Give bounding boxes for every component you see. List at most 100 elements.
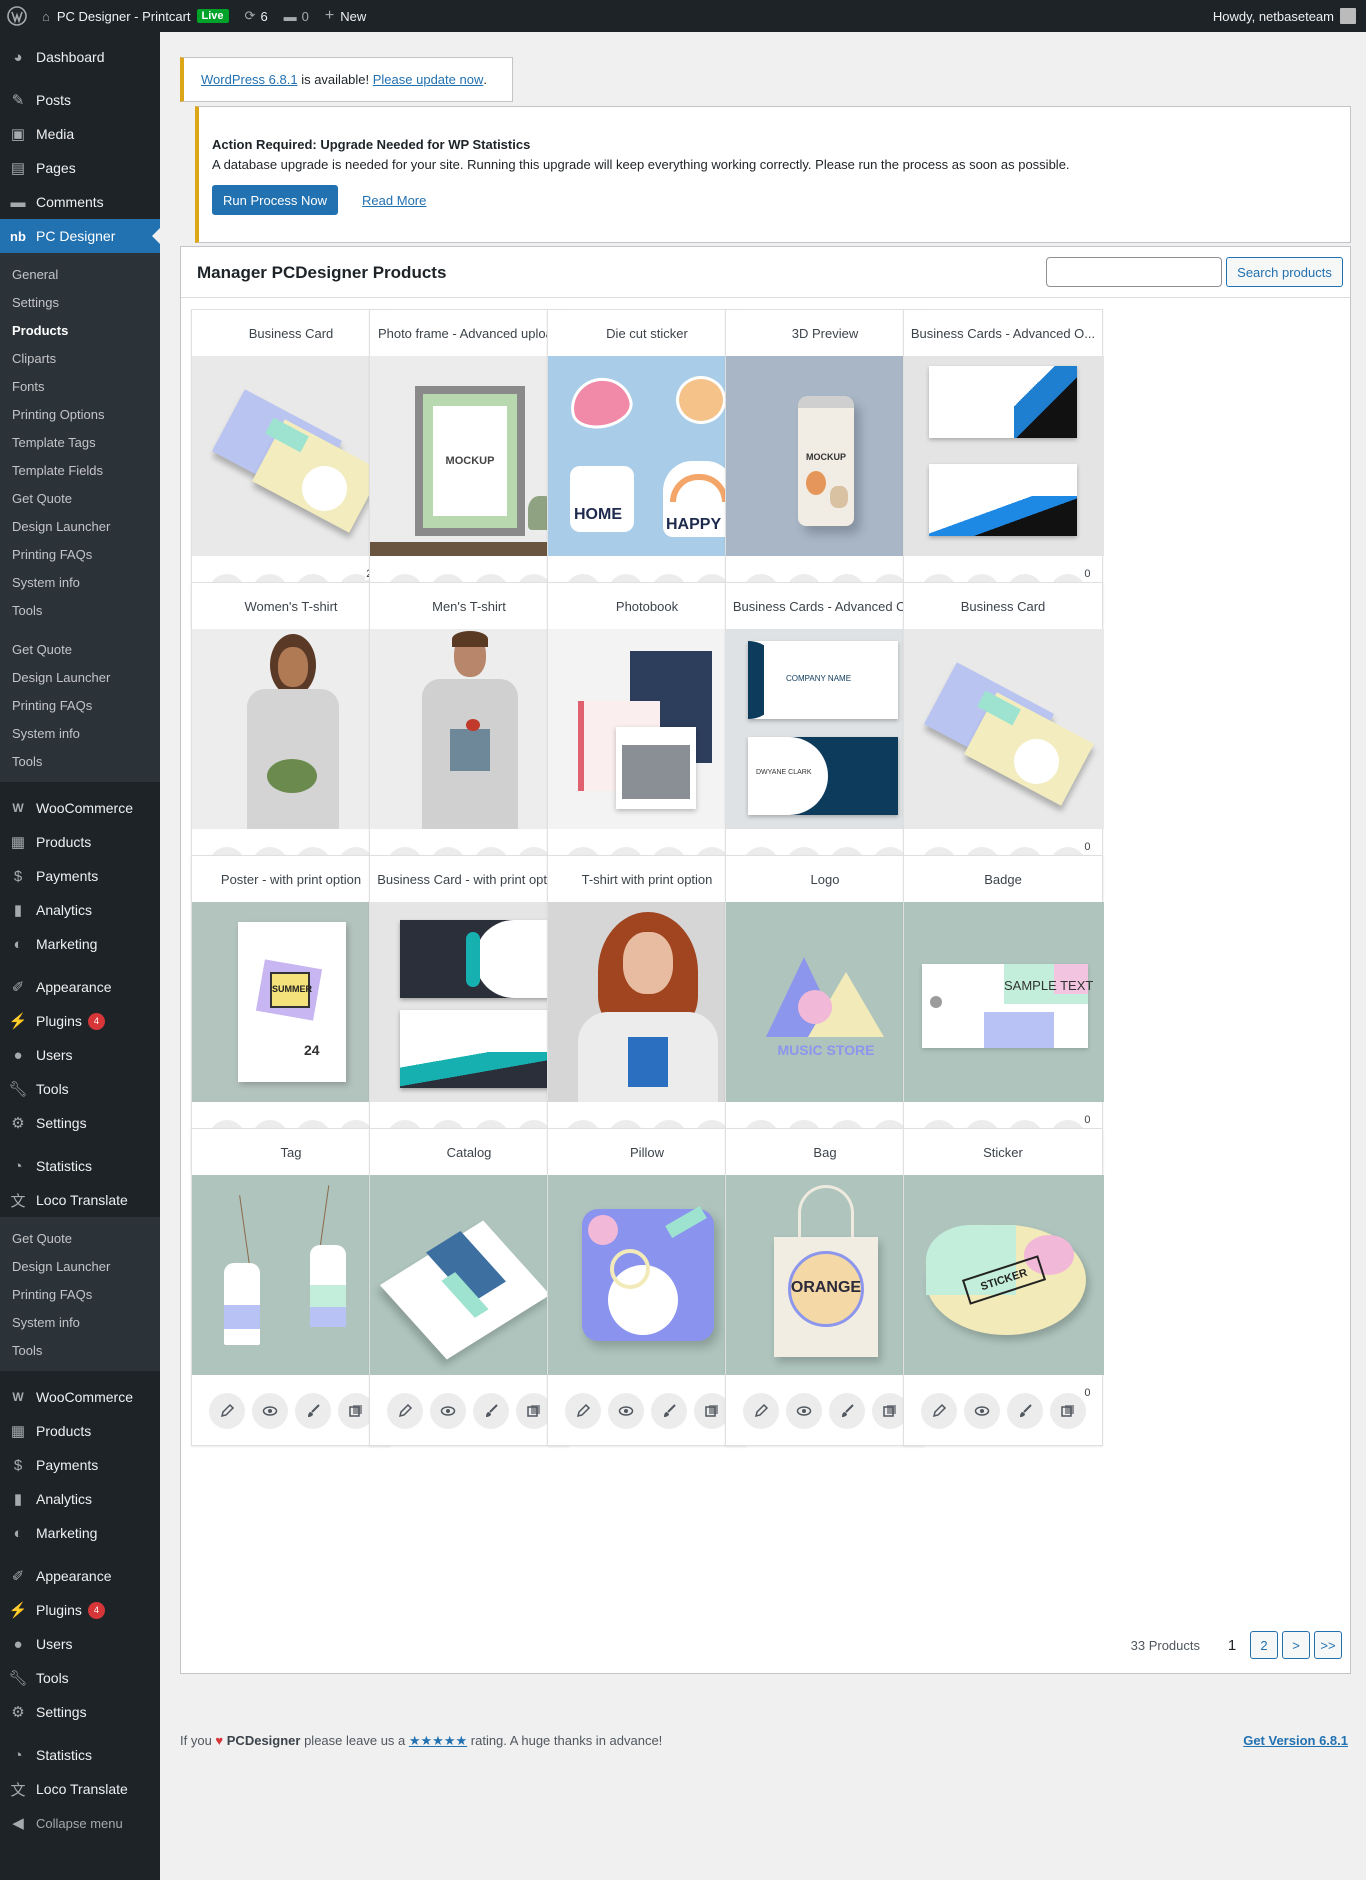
- menu-loco-translate-2[interactable]: 文 Loco Translate: [0, 1772, 160, 1806]
- update-now-link[interactable]: Please update now: [373, 72, 484, 87]
- wordpress-logo-icon[interactable]: [0, 0, 34, 32]
- submenu-design-launcher-3[interactable]: Design Launcher: [0, 1252, 160, 1280]
- menu-plugins[interactable]: ⚡ Plugins 4: [0, 1004, 160, 1038]
- product-image[interactable]: MOCKUP: [726, 356, 926, 556]
- product-image[interactable]: [548, 1175, 748, 1375]
- menu-products-2[interactable]: ▦ Products: [0, 1414, 160, 1448]
- submenu-get-quote[interactable]: Get Quote: [0, 484, 160, 512]
- design-product-button[interactable]: [472, 1392, 509, 1429]
- product-image[interactable]: [904, 629, 1104, 829]
- view-product-button[interactable]: [963, 1392, 1000, 1429]
- view-product-button[interactable]: [785, 1392, 822, 1429]
- page-2-button[interactable]: 2: [1250, 1631, 1278, 1659]
- menu-analytics-2[interactable]: ▮ Analytics: [0, 1482, 160, 1516]
- submenu-printing-faqs[interactable]: Printing FAQs: [0, 540, 160, 568]
- submenu-cliparts[interactable]: Cliparts: [0, 344, 160, 372]
- submenu-design-launcher[interactable]: Design Launcher: [0, 512, 160, 540]
- menu-loco-translate[interactable]: 文 Loco Translate: [0, 1183, 160, 1217]
- submenu-template-fields[interactable]: Template Fields: [0, 456, 160, 484]
- product-image[interactable]: ORANGE: [726, 1175, 926, 1375]
- design-product-button[interactable]: [650, 1392, 687, 1429]
- product-image[interactable]: SAMPLE TEXT: [904, 902, 1104, 1102]
- submenu-settings[interactable]: Settings: [0, 288, 160, 316]
- submenu-tools[interactable]: Tools: [0, 596, 160, 624]
- menu-pages[interactable]: ▤ Pages: [0, 151, 160, 185]
- submenu-system-info-2[interactable]: System info: [0, 719, 160, 747]
- view-product-button[interactable]: [251, 1392, 288, 1429]
- design-product-button[interactable]: [1006, 1392, 1043, 1429]
- product-image[interactable]: STICKER: [904, 1175, 1104, 1375]
- product-image[interactable]: [370, 902, 570, 1102]
- menu-statistics[interactable]: ◔ Statistics: [0, 1149, 160, 1183]
- edit-product-button[interactable]: [920, 1392, 957, 1429]
- product-image[interactable]: MOCKUP: [370, 356, 570, 556]
- submenu-printing-faqs-3[interactable]: Printing FAQs: [0, 1280, 160, 1308]
- edit-product-button[interactable]: [208, 1392, 245, 1429]
- menu-marketing[interactable]: ◐ Marketing: [0, 927, 160, 961]
- menu-marketing-2[interactable]: ◐ Marketing: [0, 1516, 160, 1550]
- product-image[interactable]: [370, 1175, 570, 1375]
- product-image[interactable]: [192, 1175, 392, 1375]
- submenu-design-launcher-2[interactable]: Design Launcher: [0, 663, 160, 691]
- submenu-get-quote-3[interactable]: Get Quote: [0, 1224, 160, 1252]
- menu-appearance-2[interactable]: ✐ Appearance: [0, 1559, 160, 1593]
- edit-product-button[interactable]: [742, 1392, 779, 1429]
- menu-users-2[interactable]: ● Users: [0, 1627, 160, 1661]
- menu-statistics-2[interactable]: ◔ Statistics: [0, 1738, 160, 1772]
- product-image[interactable]: HOME HAPPY: [548, 356, 748, 556]
- submenu-system-info-3[interactable]: System info: [0, 1308, 160, 1336]
- wordpress-version-link[interactable]: WordPress 6.8.1: [201, 72, 298, 87]
- menu-posts[interactable]: ✎ Posts: [0, 83, 160, 117]
- menu-dashboard[interactable]: ◕ Dashboard: [0, 40, 160, 74]
- new-content-link[interactable]: + New: [317, 0, 374, 32]
- view-product-button[interactable]: [429, 1392, 466, 1429]
- submenu-fonts[interactable]: Fonts: [0, 372, 160, 400]
- view-product-button[interactable]: [607, 1392, 644, 1429]
- site-name-link[interactable]: ⌂ PC Designer - Printcart Live: [34, 0, 237, 32]
- edit-product-button[interactable]: [386, 1392, 423, 1429]
- menu-woocommerce[interactable]: W WooCommerce: [0, 791, 160, 825]
- submenu-get-quote-2[interactable]: Get Quote: [0, 635, 160, 663]
- product-image[interactable]: SUMMER 24: [192, 902, 392, 1102]
- submenu-general[interactable]: General: [0, 260, 160, 288]
- design-product-button[interactable]: [828, 1392, 865, 1429]
- product-image[interactable]: [904, 356, 1104, 556]
- design-product-button[interactable]: [294, 1392, 331, 1429]
- product-image[interactable]: [370, 629, 570, 829]
- read-more-link[interactable]: Read More: [362, 193, 426, 208]
- product-image[interactable]: MUSIC STORE: [726, 902, 926, 1102]
- menu-media[interactable]: ▣ Media: [0, 117, 160, 151]
- menu-plugins-2[interactable]: ⚡ Plugins 4: [0, 1593, 160, 1627]
- next-page-button[interactable]: >: [1282, 1631, 1310, 1659]
- get-version-link[interactable]: Get Version 6.8.1: [1243, 1733, 1348, 1749]
- menu-settings[interactable]: ⚙ Settings: [0, 1106, 160, 1140]
- menu-comments[interactable]: ▬ Comments: [0, 185, 160, 219]
- submenu-printing-faqs-2[interactable]: Printing FAQs: [0, 691, 160, 719]
- menu-tools-2[interactable]: 🔧︎ Tools: [0, 1661, 160, 1695]
- submenu-printing-options[interactable]: Printing Options: [0, 400, 160, 428]
- search-products-button[interactable]: Search products: [1226, 257, 1343, 287]
- menu-appearance[interactable]: ✐ Appearance: [0, 970, 160, 1004]
- product-image[interactable]: [548, 629, 748, 829]
- menu-users[interactable]: ● Users: [0, 1038, 160, 1072]
- templates-button[interactable]: 0: [1049, 1386, 1092, 1429]
- menu-products[interactable]: ▦ Products: [0, 825, 160, 859]
- menu-settings-2[interactable]: ⚙ Settings: [0, 1695, 160, 1729]
- menu-payments[interactable]: $ Payments: [0, 859, 160, 893]
- collapse-menu-button[interactable]: ◀ Collapse menu: [0, 1806, 160, 1840]
- last-page-button[interactable]: >>: [1314, 1631, 1342, 1659]
- submenu-tools-2[interactable]: Tools: [0, 747, 160, 775]
- howdy-user[interactable]: Howdy, netbaseteam: [1213, 9, 1334, 24]
- updates-link[interactable]: ⟳ 6: [237, 0, 276, 32]
- rating-stars-link[interactable]: ★★★★★: [409, 1733, 467, 1748]
- product-image[interactable]: [192, 629, 392, 829]
- avatar[interactable]: [1340, 8, 1356, 24]
- submenu-template-tags[interactable]: Template Tags: [0, 428, 160, 456]
- edit-product-button[interactable]: [564, 1392, 601, 1429]
- run-process-button[interactable]: Run Process Now: [212, 185, 339, 215]
- search-input[interactable]: [1046, 257, 1222, 287]
- submenu-system-info[interactable]: System info: [0, 568, 160, 596]
- product-image[interactable]: [192, 356, 392, 556]
- menu-woocommerce-2[interactable]: W WooCommerce: [0, 1380, 160, 1414]
- product-image[interactable]: COMPANY NAME DWYANE CLARK: [726, 629, 926, 829]
